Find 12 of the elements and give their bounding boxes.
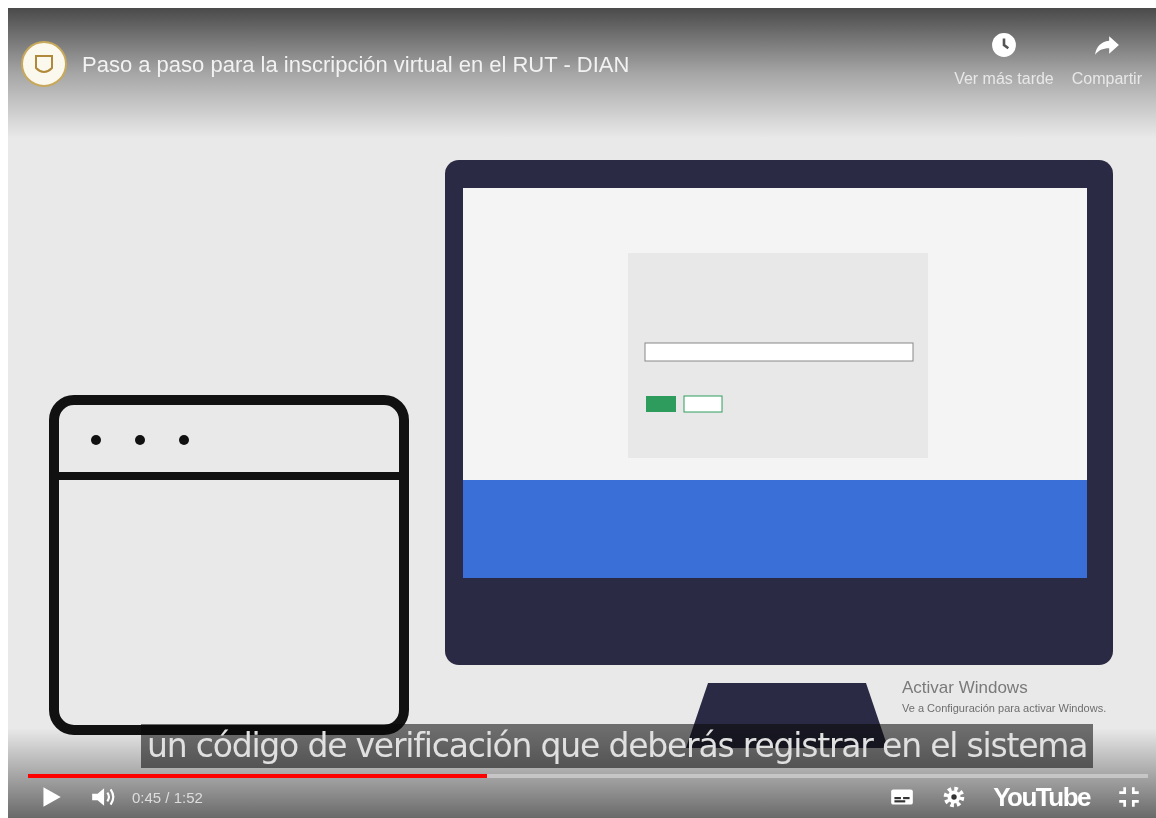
exit-fullscreen-icon[interactable] xyxy=(1116,784,1142,810)
progress-bar[interactable] xyxy=(28,774,1148,778)
share-button[interactable]: Compartir xyxy=(1067,32,1146,88)
clock-icon xyxy=(990,32,1017,58)
watch-later-button[interactable]: Ver más tarde xyxy=(950,32,1058,88)
youtube-logo[interactable]: YouTube xyxy=(993,781,1090,813)
activation-notice-title: Activar Windows xyxy=(902,678,1029,698)
channel-logo-icon[interactable] xyxy=(20,40,68,88)
video-title[interactable]: Paso a paso para la inscripción virtual en el RUT - DIAN xyxy=(82,52,937,78)
activation-notice-text: Ve a Configuración para activar Windows. xyxy=(902,702,1107,714)
subtitle-caption: un código de verificación que deberás registrar en el sistema xyxy=(141,724,1094,768)
time-display: 0:45 / 1:52 xyxy=(132,788,203,806)
